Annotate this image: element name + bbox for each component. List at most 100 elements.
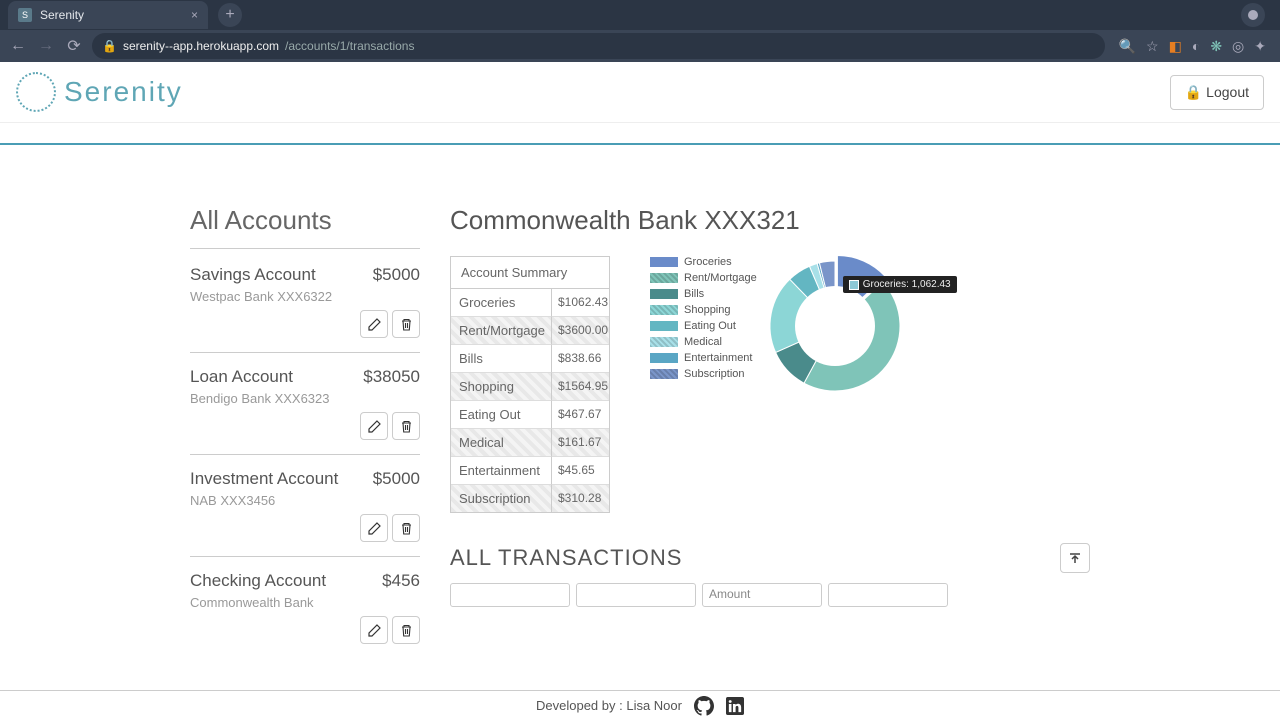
donut-chart[interactable]: Groceries: 1,062.43 xyxy=(765,256,905,396)
edit-button[interactable] xyxy=(360,616,388,644)
summary-row: Rent/Mortgage$3600.00 xyxy=(451,317,609,345)
extension-icon[interactable]: ◧ xyxy=(1169,38,1182,55)
account-summary-table: Account Summary Groceries$1062.43Rent/Mo… xyxy=(450,256,610,513)
account-bank: NAB XXX3456 xyxy=(190,493,420,508)
account-name: Loan Account xyxy=(190,367,293,387)
github-icon[interactable] xyxy=(694,696,714,716)
back-button[interactable]: ← xyxy=(8,37,28,55)
delete-button[interactable] xyxy=(392,514,420,542)
delete-button[interactable] xyxy=(392,616,420,644)
brand-name: Serenity xyxy=(64,76,183,108)
footer-text: Developed by : Lisa Noor xyxy=(536,698,682,713)
legend-item[interactable]: Medical xyxy=(650,336,757,348)
tooltip-text: Groceries: 1,062.43 xyxy=(863,279,951,290)
nav-bar: ← → ⟳ 🔒 serenity--app.herokuapp.com/acco… xyxy=(0,30,1280,62)
legend-item[interactable]: Subscription xyxy=(650,368,757,380)
account-bank: Bendigo Bank XXX6323 xyxy=(190,391,420,406)
legend-item[interactable]: Rent/Mortgage xyxy=(650,272,757,284)
legend-label: Bills xyxy=(684,288,704,300)
legend-swatch xyxy=(650,257,678,267)
legend-item[interactable]: Entertainment xyxy=(650,352,757,364)
account-item[interactable]: Investment Account$5000 NAB XXX3456 xyxy=(190,469,420,542)
scroll-top-button[interactable] xyxy=(1060,543,1090,573)
summary-category: Entertainment xyxy=(451,457,551,485)
accounts-sidebar: All Accounts Savings Account$5000 Westpa… xyxy=(190,205,420,684)
summary-category: Rent/Mortgage xyxy=(451,317,551,345)
legend-item[interactable]: Eating Out xyxy=(650,320,757,332)
delete-button[interactable] xyxy=(392,412,420,440)
url-host: serenity--app.herokuapp.com xyxy=(123,39,279,53)
legend-swatch xyxy=(650,369,678,379)
legend-swatch xyxy=(650,353,678,363)
tab-bar: S Serenity × + xyxy=(0,0,1280,30)
account-balance: $5000 xyxy=(373,265,420,285)
address-bar[interactable]: 🔒 serenity--app.herokuapp.com/accounts/1… xyxy=(92,33,1105,59)
logout-label: Logout xyxy=(1206,84,1249,100)
account-item[interactable]: Loan Account $38050 Bendigo Bank XXX6323 xyxy=(190,367,420,440)
filter-box[interactable] xyxy=(576,583,696,607)
transactions-title: ALL TRANSACTIONS xyxy=(450,545,682,571)
summary-amount: $310.28 xyxy=(551,485,609,512)
account-name: Savings Account xyxy=(190,265,316,285)
gear-icon[interactable]: ❋ xyxy=(1210,38,1222,55)
filter-amount[interactable]: Amount xyxy=(702,583,822,607)
legend-label: Groceries xyxy=(684,256,732,268)
summary-amount: $3600.00 xyxy=(551,317,609,345)
summary-amount: $838.66 xyxy=(551,345,609,373)
puzzle-icon[interactable]: ✦ xyxy=(1254,38,1266,55)
url-path: /accounts/1/transactions xyxy=(285,39,414,53)
favicon: S xyxy=(18,8,32,22)
forward-button[interactable]: → xyxy=(36,37,56,55)
summary-amount: $45.65 xyxy=(551,457,609,485)
summary-category: Groceries xyxy=(451,289,551,317)
legend-label: Subscription xyxy=(684,368,745,380)
chart-tooltip: Groceries: 1,062.43 xyxy=(843,276,957,293)
chart-legend: Groceries Rent/Mortgage Bills Shopping Eatin… xyxy=(650,256,757,513)
tooltip-swatch xyxy=(849,280,859,290)
edit-button[interactable] xyxy=(360,412,388,440)
edit-button[interactable] xyxy=(360,310,388,338)
profile-icon[interactable] xyxy=(1241,3,1265,27)
shield-icon[interactable]: ◐ xyxy=(1192,38,1200,54)
account-bank: Commonwealth Bank xyxy=(190,595,420,610)
summary-category: Bills xyxy=(451,345,551,373)
search-icon[interactable]: 🔍 xyxy=(1119,38,1136,55)
browser-tab[interactable]: S Serenity × xyxy=(8,1,208,29)
summary-header: Account Summary xyxy=(451,257,609,289)
summary-row: Groceries$1062.43 xyxy=(451,289,609,317)
legend-label: Entertainment xyxy=(684,352,752,364)
logout-button[interactable]: 🔒 Logout xyxy=(1170,75,1264,110)
legend-item[interactable]: Shopping xyxy=(650,304,757,316)
summary-chart: Groceries Rent/Mortgage Bills Shopping Eatin… xyxy=(650,256,905,513)
lock-icon: 🔒 xyxy=(1185,84,1202,101)
summary-amount: $467.67 xyxy=(551,401,609,429)
legend-item[interactable]: Bills xyxy=(650,288,757,300)
brand-logo[interactable]: Serenity xyxy=(16,72,183,112)
add-tab-button[interactable]: + xyxy=(218,3,242,27)
summary-category: Medical xyxy=(451,429,551,457)
edit-button[interactable] xyxy=(360,514,388,542)
legend-item[interactable]: Groceries xyxy=(650,256,757,268)
browser-chrome: S Serenity × + ← → ⟳ 🔒 serenity--app.her… xyxy=(0,0,1280,62)
reload-button[interactable]: ⟳ xyxy=(64,36,84,56)
star-icon[interactable]: ☆ xyxy=(1146,38,1159,55)
account-name: Checking Account xyxy=(190,571,326,591)
account-balance: $38050 xyxy=(363,367,420,387)
sidebar-title: All Accounts xyxy=(190,205,420,236)
page-title: Commonwealth Bank XXX321 xyxy=(450,205,1090,236)
filter-box[interactable] xyxy=(450,583,570,607)
lock-icon: 🔒 xyxy=(102,39,117,53)
summary-category: Shopping xyxy=(451,373,551,401)
logo-mark-icon xyxy=(16,72,56,112)
summary-row: Medical$161.67 xyxy=(451,429,609,457)
linkedin-icon[interactable] xyxy=(726,697,744,715)
legend-label: Eating Out xyxy=(684,320,736,332)
delete-button[interactable] xyxy=(392,310,420,338)
legend-swatch xyxy=(650,273,678,283)
account-item[interactable]: Savings Account$5000 Westpac Bank XXX632… xyxy=(190,265,420,338)
account-item[interactable]: Checking Account$456 Commonwealth Bank xyxy=(190,571,420,644)
filter-box[interactable] xyxy=(828,583,948,607)
close-icon[interactable]: × xyxy=(191,8,198,22)
target-icon[interactable]: ◎ xyxy=(1232,38,1244,55)
summary-row: Entertainment$45.65 xyxy=(451,457,609,485)
